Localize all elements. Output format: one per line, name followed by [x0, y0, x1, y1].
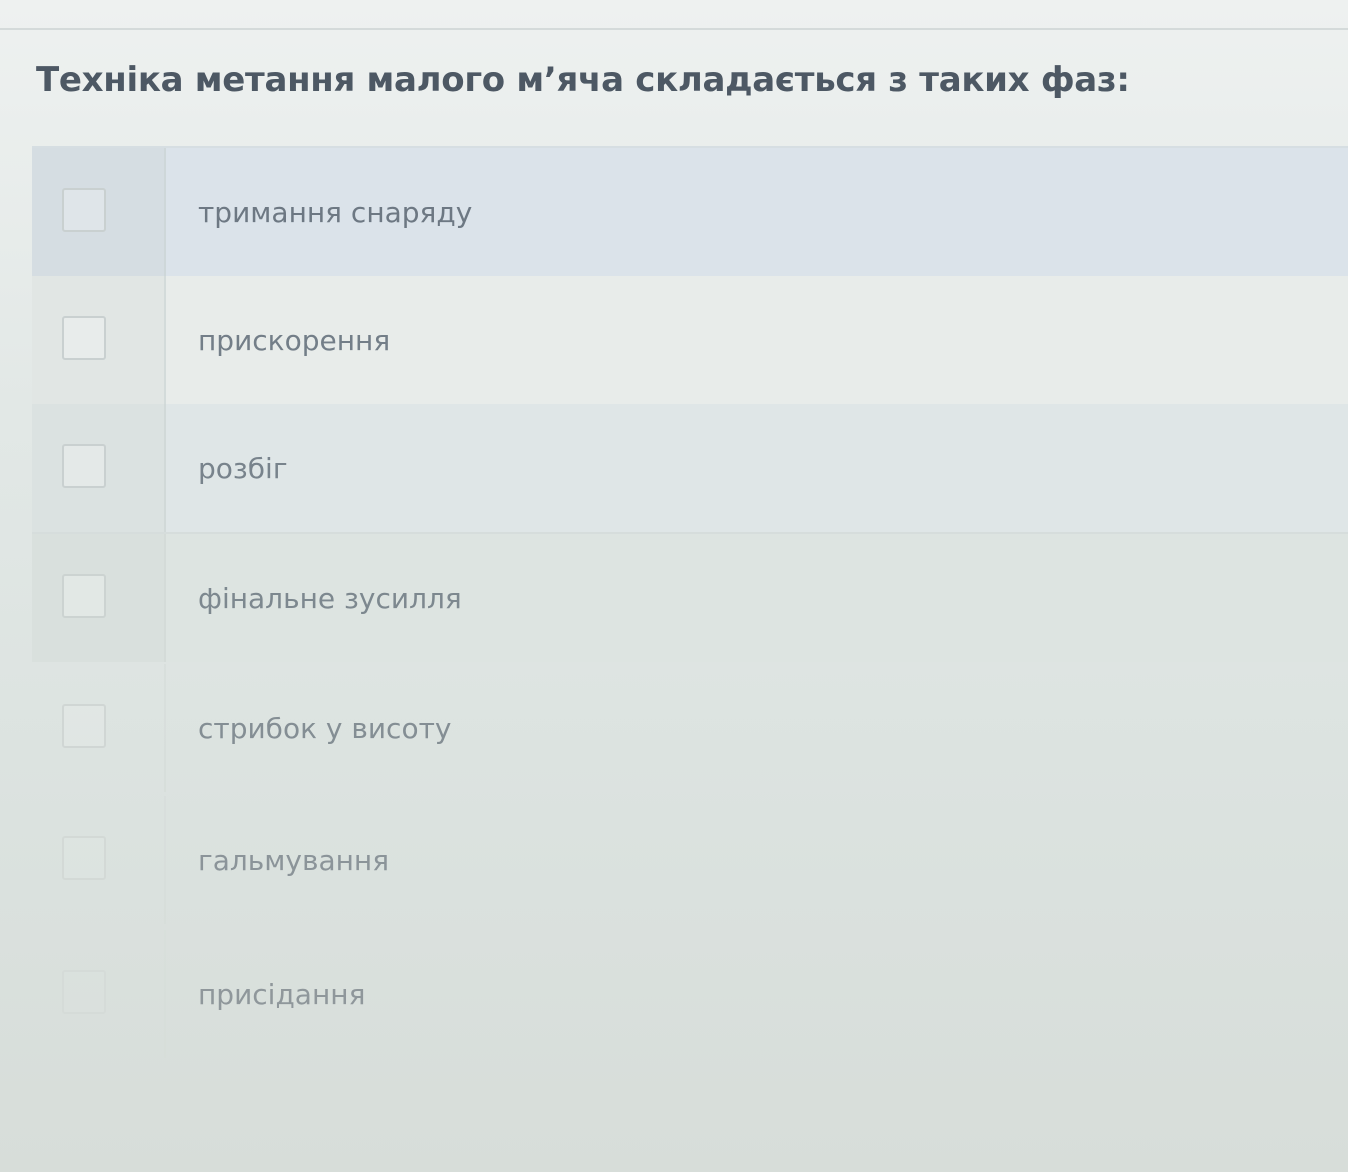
option-label[interactable]: гальмування: [166, 796, 1348, 924]
checkbox[interactable]: [62, 574, 106, 618]
checkbox[interactable]: [62, 316, 106, 360]
checkbox[interactable]: [62, 188, 106, 232]
option-label[interactable]: фінальне зусилля: [166, 534, 1348, 662]
option-row[interactable]: гальмування: [32, 796, 1348, 924]
checkbox-cell[interactable]: [32, 796, 166, 924]
option-label[interactable]: тримання снаряду: [166, 148, 1348, 276]
checkbox[interactable]: [62, 836, 106, 880]
option-row[interactable]: розбіг: [32, 404, 1348, 534]
checkbox[interactable]: [62, 970, 106, 1014]
option-label[interactable]: прискорення: [166, 276, 1348, 404]
option-row[interactable]: стрибок у висоту: [32, 664, 1348, 792]
option-row[interactable]: тримання снаряду: [32, 146, 1348, 278]
option-label[interactable]: розбіг: [166, 404, 1348, 532]
top-divider: [0, 28, 1348, 30]
checkbox-cell[interactable]: [32, 534, 166, 662]
option-label[interactable]: присідання: [166, 930, 1348, 1058]
checkbox-cell[interactable]: [32, 148, 166, 276]
checkbox[interactable]: [62, 704, 106, 748]
option-row[interactable]: присідання: [32, 930, 1348, 1058]
option-row[interactable]: фінальне зусилля: [32, 534, 1348, 662]
question-text: Техніка метання малого м’яча складається…: [36, 60, 1130, 100]
checkbox-cell[interactable]: [32, 404, 166, 532]
options-list: тримання снаряду прискорення розбіг фіна…: [32, 146, 1348, 1172]
checkbox[interactable]: [62, 444, 106, 488]
option-row[interactable]: прискорення: [32, 276, 1348, 406]
checkbox-cell[interactable]: [32, 276, 166, 404]
checkbox-cell[interactable]: [32, 930, 166, 1058]
checkbox-cell[interactable]: [32, 664, 166, 792]
option-label[interactable]: стрибок у висоту: [166, 664, 1348, 792]
